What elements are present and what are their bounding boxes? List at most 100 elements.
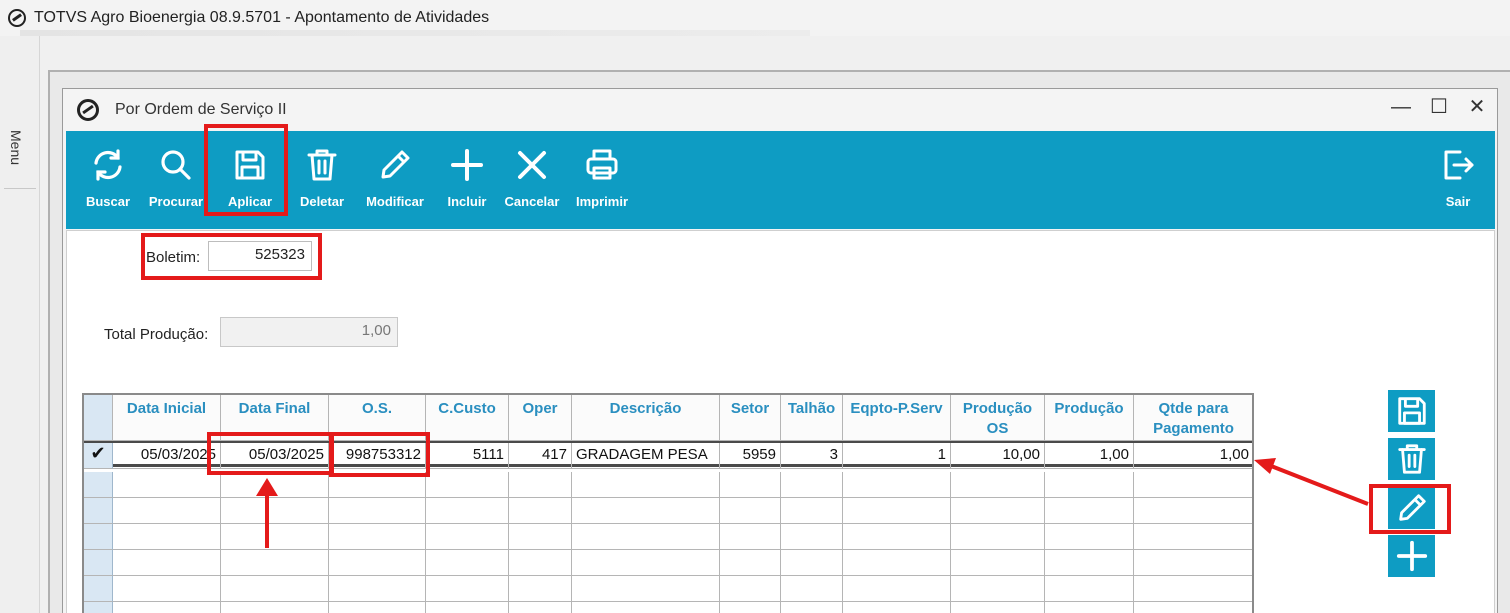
modificar-button[interactable]: Modificar (359, 131, 431, 229)
deletar-button[interactable]: Deletar (294, 131, 350, 229)
empty-cell[interactable] (221, 524, 329, 550)
empty-cell[interactable] (1134, 550, 1252, 576)
empty-cell[interactable] (329, 550, 426, 576)
cell-data-inicial[interactable]: 05/03/2025 (113, 443, 221, 469)
cell-data-final[interactable]: 05/03/2025 (221, 443, 329, 469)
empty-cell[interactable] (781, 576, 843, 602)
empty-cell[interactable] (720, 576, 781, 602)
cell-setor[interactable]: 5959 (720, 443, 781, 469)
empty-cell[interactable] (221, 576, 329, 602)
empty-cell[interactable] (329, 576, 426, 602)
empty-cell[interactable] (781, 524, 843, 550)
header-talhao[interactable]: Talhão (781, 395, 843, 441)
empty-cell[interactable] (720, 550, 781, 576)
empty-cell[interactable] (1045, 550, 1134, 576)
empty-cell[interactable] (509, 498, 572, 524)
empty-cell[interactable] (221, 602, 329, 613)
empty-row[interactable] (84, 550, 1252, 576)
empty-cell[interactable] (781, 602, 843, 613)
header-producao[interactable]: Produção (1045, 395, 1134, 441)
empty-cell[interactable] (221, 472, 329, 498)
empty-cell[interactable] (781, 498, 843, 524)
empty-cell[interactable] (572, 524, 720, 550)
aplicar-button[interactable]: Aplicar (219, 131, 281, 229)
imprimir-button[interactable]: Imprimir (571, 131, 633, 229)
empty-cell[interactable] (221, 498, 329, 524)
header-data-inicial[interactable]: Data Inicial (113, 395, 221, 441)
cell-eqpto[interactable]: 1 (843, 443, 951, 469)
cell-oper[interactable]: 417 (509, 443, 572, 469)
side-delete-button[interactable] (1388, 438, 1435, 480)
empty-cell[interactable] (572, 472, 720, 498)
empty-cell[interactable] (426, 550, 509, 576)
empty-cell[interactable] (1134, 602, 1252, 613)
empty-cell[interactable] (572, 498, 720, 524)
empty-cell[interactable] (720, 524, 781, 550)
empty-cell[interactable] (1045, 576, 1134, 602)
header-producao-os[interactable]: Produção OS (951, 395, 1045, 441)
empty-cell[interactable] (720, 602, 781, 613)
cell-os[interactable]: 998753312 (329, 443, 426, 469)
menu-label[interactable]: Menu (8, 130, 24, 165)
minimize-button[interactable]: — (1391, 95, 1411, 119)
empty-cell[interactable] (509, 576, 572, 602)
empty-row[interactable] (84, 498, 1252, 524)
empty-cell[interactable] (221, 550, 329, 576)
empty-cell[interactable] (1045, 602, 1134, 613)
header-qtde-pagamento[interactable]: Qtde para Pagamento (1134, 395, 1252, 441)
empty-cell[interactable] (1134, 498, 1252, 524)
empty-cell[interactable] (329, 472, 426, 498)
empty-cell[interactable] (781, 472, 843, 498)
empty-cell[interactable] (113, 498, 221, 524)
empty-cell[interactable] (951, 576, 1045, 602)
boletim-input[interactable]: 525323 (208, 241, 312, 271)
empty-cell[interactable] (113, 576, 221, 602)
header-data-final[interactable]: Data Final (221, 395, 329, 441)
apontamento-grid[interactable]: Data Inicial Data Final O.S. C.Custo Ope… (82, 393, 1254, 613)
cell-descricao[interactable]: GRADAGEM PESA (572, 443, 720, 469)
cell-producao-os[interactable]: 10,00 (951, 443, 1045, 469)
empty-cell[interactable] (1134, 576, 1252, 602)
empty-cell[interactable] (1134, 524, 1252, 550)
empty-cell[interactable] (426, 524, 509, 550)
empty-cell[interactable] (843, 498, 951, 524)
header-os[interactable]: O.S. (329, 395, 426, 441)
empty-row[interactable] (84, 524, 1252, 550)
header-descricao[interactable]: Descrição (572, 395, 720, 441)
empty-cell[interactable] (329, 498, 426, 524)
empty-cell[interactable] (951, 602, 1045, 613)
empty-cell[interactable] (843, 550, 951, 576)
empty-cell[interactable] (113, 524, 221, 550)
empty-row[interactable] (84, 602, 1252, 613)
side-add-button[interactable] (1388, 535, 1435, 577)
empty-cell[interactable] (951, 524, 1045, 550)
side-save-button[interactable] (1388, 390, 1435, 432)
cancelar-button[interactable]: Cancelar (501, 131, 563, 229)
empty-cell[interactable] (843, 602, 951, 613)
incluir-button[interactable]: Incluir (441, 131, 493, 229)
cell-producao[interactable]: 1,00 (1045, 443, 1134, 469)
empty-cell[interactable] (951, 498, 1045, 524)
empty-cell[interactable] (1045, 472, 1134, 498)
empty-cell[interactable] (843, 524, 951, 550)
empty-cell[interactable] (113, 550, 221, 576)
header-ccusto[interactable]: C.Custo (426, 395, 509, 441)
buscar-button[interactable]: Buscar (80, 131, 136, 229)
empty-cell[interactable] (572, 576, 720, 602)
empty-cell[interactable] (509, 472, 572, 498)
empty-cell[interactable] (426, 602, 509, 613)
empty-cell[interactable] (329, 524, 426, 550)
empty-cell[interactable] (843, 576, 951, 602)
side-edit-button[interactable] (1388, 487, 1435, 529)
cell-talhao[interactable]: 3 (781, 443, 843, 469)
empty-cell[interactable] (426, 472, 509, 498)
empty-cell[interactable] (509, 524, 572, 550)
close-button[interactable]: ✕ (1467, 95, 1487, 119)
empty-cell[interactable] (426, 576, 509, 602)
empty-cell[interactable] (843, 472, 951, 498)
empty-cell[interactable] (1045, 498, 1134, 524)
procurar-button[interactable]: Procurar (146, 131, 206, 229)
empty-cell[interactable] (572, 602, 720, 613)
empty-cell[interactable] (113, 602, 221, 613)
maximize-button[interactable]: ☐ (1429, 95, 1449, 119)
